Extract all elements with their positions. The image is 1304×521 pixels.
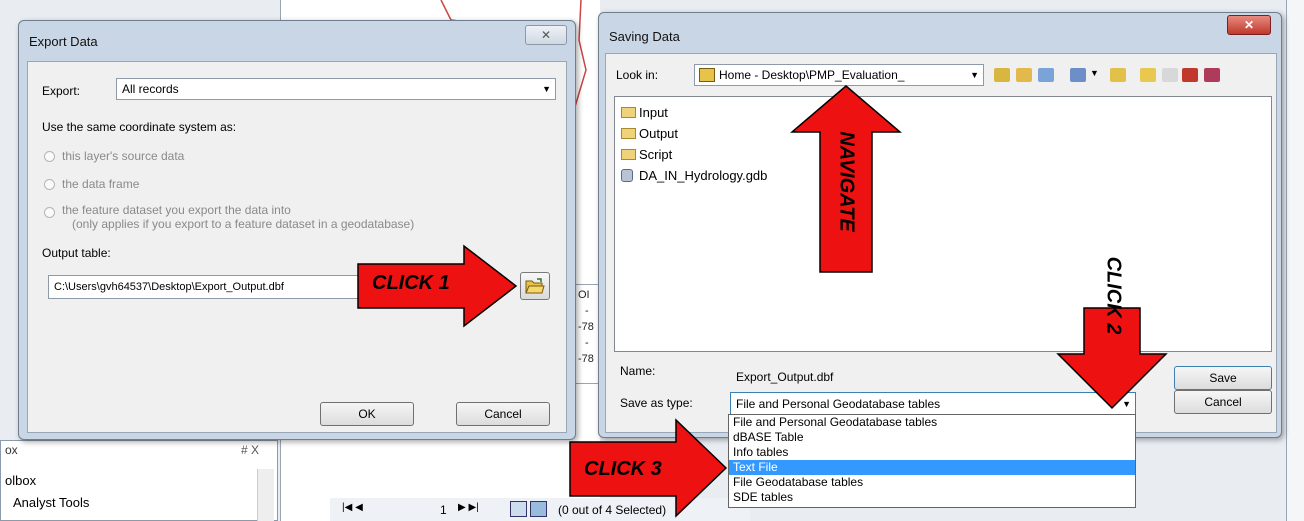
- table-cell: -: [585, 337, 589, 349]
- export-select[interactable]: All records ▼: [116, 78, 556, 100]
- view-options-icon[interactable]: [1070, 68, 1086, 82]
- home-folder-icon: [699, 68, 715, 82]
- coord-heading: Use the same coordinate system as:: [42, 120, 237, 134]
- radio-data-frame[interactable]: [44, 179, 55, 190]
- toolbox-item[interactable]: Analyst Tools: [13, 495, 89, 510]
- close-button[interactable]: ✕: [1227, 15, 1271, 35]
- chevron-down-icon: ▼: [970, 70, 979, 80]
- toolbox-panel: ox # X olbox Analyst Tools: [0, 440, 278, 521]
- option-data-frame: the data frame: [62, 177, 140, 191]
- close-icon: ✕: [1243, 18, 1255, 32]
- cancel-button[interactable]: Cancel: [1174, 390, 1272, 414]
- look-in-label: Look in:: [616, 68, 659, 82]
- database-icon[interactable]: [1182, 68, 1198, 82]
- option-feature-dataset-note: (only applies if you export to a feature…: [72, 217, 415, 231]
- dialog-title: Saving Data: [609, 29, 680, 44]
- save-type-label: Save as type:: [620, 396, 693, 410]
- look-in-select[interactable]: Home - Desktop\PMP_Evaluation_ ▼: [694, 64, 984, 86]
- browse-button[interactable]: [520, 272, 550, 300]
- home-icon[interactable]: [1016, 68, 1032, 82]
- save-type-dropdown-list[interactable]: File and Personal Geodatabase tables dBA…: [728, 414, 1136, 508]
- output-table-label: Output table:: [42, 246, 111, 260]
- item-label: DA_IN_Hydrology.gdb: [639, 168, 768, 183]
- selected-view-icon[interactable]: [530, 501, 547, 517]
- catalog-icon[interactable]: [1162, 68, 1178, 82]
- connect-folder-icon[interactable]: [1038, 68, 1054, 82]
- up-level-icon[interactable]: [994, 68, 1010, 82]
- chevron-down-icon: ▼: [542, 84, 551, 94]
- next-record-icon[interactable]: ▶ ▶|: [458, 502, 479, 513]
- look-in-value: Home - Desktop\PMP_Evaluation_: [719, 68, 905, 82]
- item-label: Script: [639, 147, 673, 162]
- close-icon: ✕: [540, 28, 552, 42]
- dropdown-option[interactable]: dBASE Table: [729, 430, 1135, 445]
- toolbox-root[interactable]: olbox: [5, 473, 36, 488]
- ok-button[interactable]: OK: [320, 402, 414, 426]
- dropdown-option[interactable]: Info tables: [729, 445, 1135, 460]
- page-number[interactable]: 1: [440, 503, 447, 517]
- dropdown-option[interactable]: SDE tables: [729, 490, 1135, 505]
- folder-icon: [621, 107, 636, 118]
- table-cell: -: [585, 305, 589, 317]
- item-label: Input: [639, 105, 668, 120]
- export-value: All records: [122, 82, 179, 96]
- dropdown-option[interactable]: File Geodatabase tables: [729, 475, 1135, 490]
- close-button[interactable]: ✕: [525, 25, 567, 45]
- folder-open-icon: [525, 278, 545, 294]
- pin-close-icons[interactable]: # X: [241, 443, 259, 457]
- view-dropdown-icon[interactable]: ▼: [1090, 68, 1099, 78]
- geodatabase-icon[interactable]: [1204, 68, 1220, 82]
- dropdown-option[interactable]: File and Personal Geodatabase tables: [729, 415, 1135, 430]
- table-view-icon[interactable]: [510, 501, 527, 517]
- dialog-body: Look in: Home - Desktop\PMP_Evaluation_ …: [605, 53, 1277, 433]
- option-feature-dataset: the feature dataset you export the data …: [62, 203, 291, 217]
- geodatabase-icon: [621, 169, 633, 182]
- scrollbar[interactable]: [257, 469, 274, 521]
- save-button[interactable]: Save: [1174, 366, 1272, 390]
- option-source-data: this layer's source data: [62, 149, 185, 163]
- toolbox-title: ox: [5, 443, 18, 457]
- navigate-label: NAVIGATE: [835, 131, 858, 232]
- dialog-title: Export Data: [29, 34, 98, 49]
- export-label: Export:: [42, 84, 81, 98]
- dropdown-option-selected[interactable]: Text File: [729, 460, 1135, 475]
- new-folder-icon[interactable]: [1110, 68, 1126, 82]
- saving-data-dialog: Saving Data ✕ Look in: Home - Desktop\PM…: [598, 12, 1282, 438]
- export-data-dialog: Export Data ✕ Export: All records ▼ Use …: [18, 20, 576, 440]
- click1-label: CLICK 1: [372, 272, 450, 294]
- name-value: Export_Output.dbf: [736, 370, 834, 384]
- output-table-value: C:\Users\gvh64537\Desktop\Export_Output.…: [54, 281, 284, 293]
- radio-feature-dataset[interactable]: [44, 207, 55, 218]
- first-record-icon[interactable]: |◀ ◀: [342, 502, 363, 513]
- name-label: Name:: [620, 364, 656, 378]
- click3-label: CLICK 3: [584, 458, 662, 480]
- folder-icon: [621, 128, 636, 139]
- name-input[interactable]: Export_Output.dbf: [730, 366, 870, 388]
- radio-source-data[interactable]: [44, 151, 55, 162]
- cancel-button[interactable]: Cancel: [456, 402, 550, 426]
- save-type-value: File and Personal Geodatabase tables: [736, 397, 941, 411]
- click2-label: CLICK 2: [1102, 256, 1125, 335]
- folder-icon: [621, 149, 636, 160]
- item-label: Output: [639, 126, 679, 141]
- right-edge-panel: [1286, 0, 1304, 521]
- file-list[interactable]: Input Output Script DA_IN_Hydrology.gdb: [614, 96, 1272, 352]
- folder-icon[interactable]: [1140, 68, 1156, 82]
